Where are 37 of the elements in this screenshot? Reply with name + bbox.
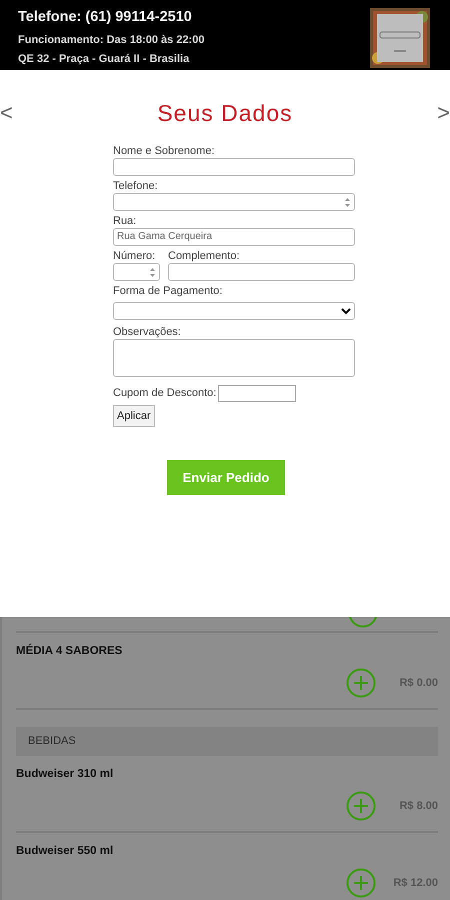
field-label: Complemento: — [168, 250, 241, 262]
category-heading: BEBIDAS — [16, 727, 438, 756]
product-price: R$ 0.00 — [398, 676, 438, 691]
number-field[interactable] — [113, 192, 355, 210]
product-name: Budweiser 550 ml — [16, 844, 114, 859]
field-label: Forma de Pagamento: — [113, 284, 224, 298]
number-field[interactable] — [113, 262, 160, 280]
payment-select[interactable] — [113, 302, 355, 320]
previous-button[interactable]: < — [0, 102, 13, 124]
add-icon[interactable] — [346, 791, 376, 821]
add-icon[interactable] — [346, 868, 376, 898]
field-label: Telefone: — [113, 180, 159, 192]
text-field[interactable] — [113, 158, 355, 176]
product-price: R$ 8.00 — [398, 798, 438, 814]
add-icon[interactable] — [346, 668, 376, 698]
notes-field[interactable] — [113, 338, 355, 376]
field-label: Nome e Sobrenome: — [113, 144, 216, 158]
apply-button[interactable]: Aplicar — [113, 404, 155, 427]
text-field[interactable]: Rua Gama Cerqueira — [113, 228, 355, 246]
hours-text: Funcionamento: Das 18:00 às 22:00 — [18, 34, 204, 47]
address-text: QE 32 - Praça - Guará II - Brasilia — [18, 53, 190, 66]
text-field[interactable] — [168, 262, 355, 280]
coupon-field[interactable] — [218, 384, 296, 402]
spinner-icon[interactable] — [149, 266, 156, 278]
field-label: Observações: — [113, 326, 182, 338]
coupon-label: Cupom de Desconto: — [113, 386, 216, 401]
phone-text: Telefone: (61) 99114-2510 — [18, 8, 193, 26]
product-price: R$ 12.00 — [392, 876, 438, 891]
modal-title: Seus Dados — [157, 99, 293, 128]
field-label: Número: — [113, 250, 156, 262]
logo-icon — [370, 8, 430, 68]
spinner-icon[interactable] — [344, 196, 351, 208]
next-button[interactable]: > — [437, 102, 450, 124]
product-name: Budweiser 310 ml — [16, 766, 114, 782]
field-label: Rua: — [113, 214, 138, 228]
add-icon[interactable] — [348, 617, 378, 628]
product-name: MÉDIA 4 SABORES — [16, 643, 124, 659]
